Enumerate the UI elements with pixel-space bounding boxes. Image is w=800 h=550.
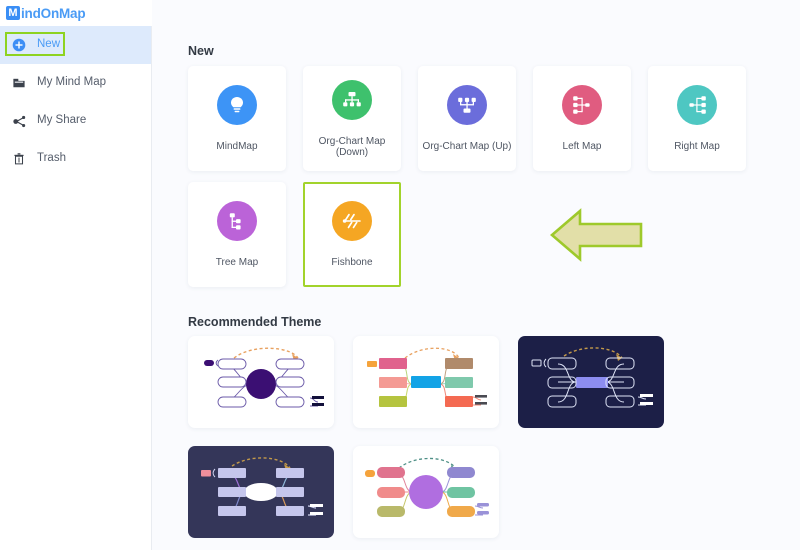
theme-thumb-light-colorful[interactable]: [353, 336, 499, 428]
theme-section-title: Recommended Theme: [188, 315, 322, 329]
card-label: Org-Chart Map (Down): [318, 135, 386, 158]
sidebar-item-trash[interactable]: Trash: [0, 140, 151, 178]
org-chart-up-icon: [447, 85, 487, 125]
logo-text: indOnMap: [21, 5, 86, 21]
theme-row-1: [188, 336, 664, 428]
lightbulb-icon: [217, 85, 257, 125]
sidebar-item-label: My Share: [37, 114, 87, 127]
plus-circle-icon: [10, 36, 28, 54]
trash-icon: [10, 150, 28, 168]
folder-icon: [10, 74, 28, 92]
sidebar-item-my-share[interactable]: My Share: [0, 102, 151, 140]
theme-row-2: [188, 446, 499, 538]
sidebar-item-new[interactable]: New: [0, 26, 151, 64]
org-chart-down-icon: [332, 79, 372, 120]
theme-thumb-light-purple[interactable]: [188, 336, 334, 428]
card-org-chart-map-up[interactable]: Org-Chart Map (Up): [418, 66, 516, 171]
app-root: M indOnMap New My Mind Map My Share Tras…: [0, 0, 800, 550]
left-map-icon: [562, 85, 602, 125]
new-card-row-2: Tree Map Fishbone: [188, 182, 401, 287]
sidebar-item-label: New: [37, 38, 61, 51]
card-label: Org-Chart Map (Up): [422, 141, 512, 152]
card-tree-map[interactable]: Tree Map: [188, 182, 286, 287]
card-label: Fishbone: [331, 257, 373, 268]
main-content: New MindMap Org-Chart Map (Down) Org-Cha…: [152, 0, 800, 550]
sidebar-item-my-mind-map[interactable]: My Mind Map: [0, 64, 151, 102]
app-logo[interactable]: M indOnMap: [0, 0, 152, 26]
theme-thumb-dark-blue[interactable]: [518, 336, 664, 428]
fishbone-icon: [332, 201, 372, 241]
card-fishbone[interactable]: Fishbone: [303, 182, 401, 287]
new-section-title: New: [188, 44, 214, 58]
card-label: Left Map: [562, 141, 602, 152]
card-org-chart-map-down[interactable]: Org-Chart Map (Down): [303, 66, 401, 171]
share-nodes-icon: [10, 112, 28, 130]
callout-arrow: [550, 207, 643, 263]
sidebar-item-label: My Mind Map: [37, 76, 107, 89]
new-card-row-1: MindMap Org-Chart Map (Down) Org-Chart M…: [188, 66, 746, 171]
tree-map-icon: [217, 201, 257, 241]
card-mindmap[interactable]: MindMap: [188, 66, 286, 171]
card-label: Tree Map: [215, 257, 259, 268]
theme-thumb-dark-violet[interactable]: [188, 446, 334, 538]
theme-thumb-light-violet[interactable]: [353, 446, 499, 538]
sidebar: New My Mind Map My Share Trash: [0, 26, 152, 550]
card-label: Right Map: [674, 141, 720, 152]
card-right-map[interactable]: Right Map: [648, 66, 746, 171]
card-left-map[interactable]: Left Map: [533, 66, 631, 171]
card-label: MindMap: [216, 141, 258, 152]
right-map-icon: [677, 85, 717, 125]
logo-mark-icon: M: [6, 6, 20, 20]
sidebar-item-label: Trash: [37, 152, 66, 165]
